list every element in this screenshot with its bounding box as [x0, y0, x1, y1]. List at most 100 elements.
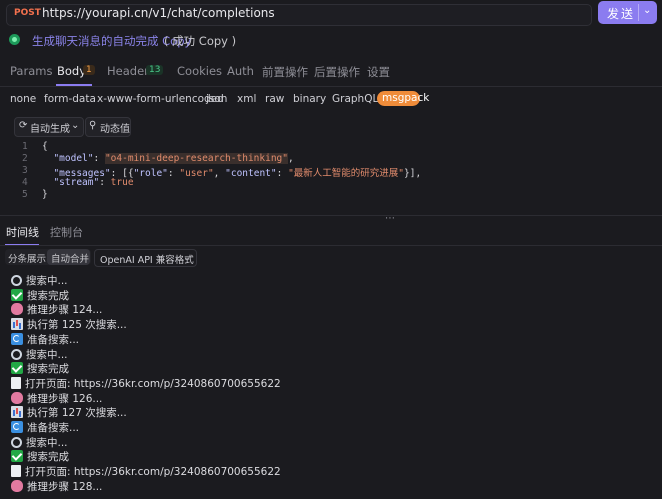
view-mode-merge[interactable]: 自动合并: [51, 251, 89, 265]
check-mark-icon: [11, 288, 23, 301]
log-entry: 搜索中...: [11, 435, 68, 450]
refresh-icon: [11, 421, 23, 433]
chevron-down-icon[interactable]: ⌄: [71, 120, 79, 131]
line-number: 1: [22, 141, 28, 152]
close-brace: }: [42, 189, 48, 200]
log-entry-text: 搜索完成: [27, 363, 69, 376]
tab-console[interactable]: 控制台: [50, 224, 83, 240]
log-entry: 搜索完成: [11, 449, 69, 464]
tab-settings[interactable]: 设置: [367, 64, 390, 80]
log-entry-text: 搜索完成: [27, 451, 69, 464]
page-icon: [11, 376, 21, 389]
send-divider: [638, 4, 639, 21]
line-number: 3: [22, 165, 28, 176]
open-brace: {: [42, 141, 48, 152]
code-line-2[interactable]: "model": "o4-mini-deep-research-thinking…: [42, 153, 294, 164]
log-entry: 推理步骤 124...: [11, 302, 102, 317]
bar-chart-icon: [11, 318, 23, 331]
resize-handle-icon[interactable]: ⋯: [385, 213, 395, 224]
chevron-down-icon: ⌄: [183, 252, 191, 263]
log-entry-text: 准备搜索...: [27, 333, 80, 346]
log-entry-text: 搜索中...: [26, 348, 68, 361]
log-entry: 搜索完成: [11, 361, 69, 376]
url-input[interactable]: https://yourapi.cn/v1/chat/completions: [42, 6, 275, 20]
log-entry-text: 搜索完成: [27, 289, 69, 302]
tab-body[interactable]: Body: [57, 64, 86, 78]
model-value: "o4-mini-deep-research-thinking": [104, 153, 288, 164]
tab-params[interactable]: Params: [10, 64, 52, 78]
body-type-xml[interactable]: xml: [237, 93, 256, 105]
role-key: "role": [133, 168, 168, 179]
method-label[interactable]: POST: [14, 8, 41, 18]
content-key: "content": [225, 168, 277, 179]
log-entry: 打开页面: https://36kr.com/p/324086070065562…: [11, 464, 281, 479]
line-number: 4: [22, 177, 28, 188]
code-line-5[interactable]: }: [42, 189, 48, 200]
headers-count-badge: 13: [146, 65, 164, 75]
panel-divider[interactable]: [0, 215, 662, 216]
log-entry: 准备搜索...: [11, 332, 79, 347]
magnifier-icon: [11, 348, 22, 360]
check-mark-icon: [11, 450, 23, 463]
dynamic-value-button[interactable]: ⚲ 动态值: [85, 117, 131, 137]
bar-chart-icon: [11, 406, 23, 419]
body-type-msgpack[interactable]: msgpack: [377, 91, 429, 106]
tab-timeline[interactable]: 时间线: [6, 224, 39, 240]
log-entry: 推理步骤 128...: [11, 479, 102, 494]
tabs-divider: [0, 86, 662, 87]
auto-generate-button[interactable]: ⟳ 自动生成 ⌄: [14, 117, 84, 137]
line-number: 2: [22, 153, 28, 164]
title-status: ( 成功 Copy ): [164, 34, 237, 48]
log-entry: 打开页面: https://36kr.com/p/324086070065562…: [11, 376, 281, 391]
auto-generate-label: 自动生成: [30, 124, 70, 135]
log-entry: 推理步骤 126...: [11, 391, 102, 406]
body-type-raw[interactable]: raw: [265, 93, 284, 105]
role-value: "user": [179, 168, 214, 179]
body-type-none[interactable]: none: [10, 93, 36, 105]
refresh-icon: [11, 332, 23, 345]
chevron-down-icon[interactable]: ⌄: [643, 5, 651, 16]
log-entry-text: 打开页面: https://36kr.com/p/324086070065562…: [25, 377, 281, 390]
body-type-urlencoded[interactable]: x-www-form-urlencoded: [97, 93, 224, 105]
format-select-label: OpenAI API 兼容格式: [100, 255, 194, 266]
stream-value: true: [110, 177, 134, 188]
messages-close: }],: [404, 168, 422, 179]
dynamic-value-label: 动态值: [100, 124, 130, 135]
magnifier-icon: [11, 436, 22, 448]
body-type-json[interactable]: json: [206, 93, 227, 105]
body-type-graphql[interactable]: GraphQL: [332, 93, 378, 105]
content-value: "最新人工智能的研究进展": [288, 168, 405, 179]
log-entry: 搜索中...: [11, 273, 68, 288]
log-entry-text: 推理步骤 124...: [27, 304, 103, 317]
magnifier-icon: [11, 275, 22, 286]
log-entry-text: 推理步骤 126...: [27, 392, 103, 405]
code-line-1[interactable]: {: [42, 141, 48, 152]
brain-icon: [11, 479, 23, 492]
tab-auth[interactable]: Auth: [227, 64, 254, 78]
log-entry-text: 执行第 125 次搜索...: [27, 319, 127, 332]
status-dot-icon: [9, 34, 20, 45]
timeline-log: 搜索中... 搜索完成 推理步骤 124... 执行第 125 次搜索... 准备搜索.…: [0, 270, 662, 499]
send-button[interactable]: 发送 ⌄: [598, 1, 657, 24]
log-entry: 准备搜索...: [11, 420, 79, 435]
log-entry: 执行第 127 次搜索...: [11, 405, 127, 420]
format-select[interactable]: OpenAI API 兼容格式 ⌄: [94, 249, 197, 267]
line-number: 5: [22, 189, 28, 200]
body-type-form-data[interactable]: form-data: [44, 93, 96, 105]
log-entry: 搜索中...: [11, 347, 68, 362]
body-type-binary[interactable]: binary: [293, 93, 326, 105]
check-mark-icon: [11, 362, 23, 375]
tab-post-operations[interactable]: 后置操作: [314, 64, 360, 80]
log-entry: 搜索完成: [11, 288, 69, 303]
refresh-icon: ⟳: [19, 120, 28, 131]
log-entry-text: 搜索中...: [26, 436, 68, 449]
tab-pre-operations[interactable]: 前置操作: [262, 64, 308, 80]
log-entry-text: 打开页面: https://36kr.com/p/324086070065562…: [25, 466, 281, 479]
log-entry-text: 搜索中...: [26, 275, 68, 287]
tab-cookies[interactable]: Cookies: [177, 64, 222, 78]
page-icon: [11, 465, 21, 478]
view-mode-split[interactable]: 分条展示: [8, 251, 46, 265]
model-key: "model": [53, 153, 94, 164]
code-line-4[interactable]: "stream": true: [42, 177, 134, 188]
send-label: 发送: [607, 7, 636, 21]
